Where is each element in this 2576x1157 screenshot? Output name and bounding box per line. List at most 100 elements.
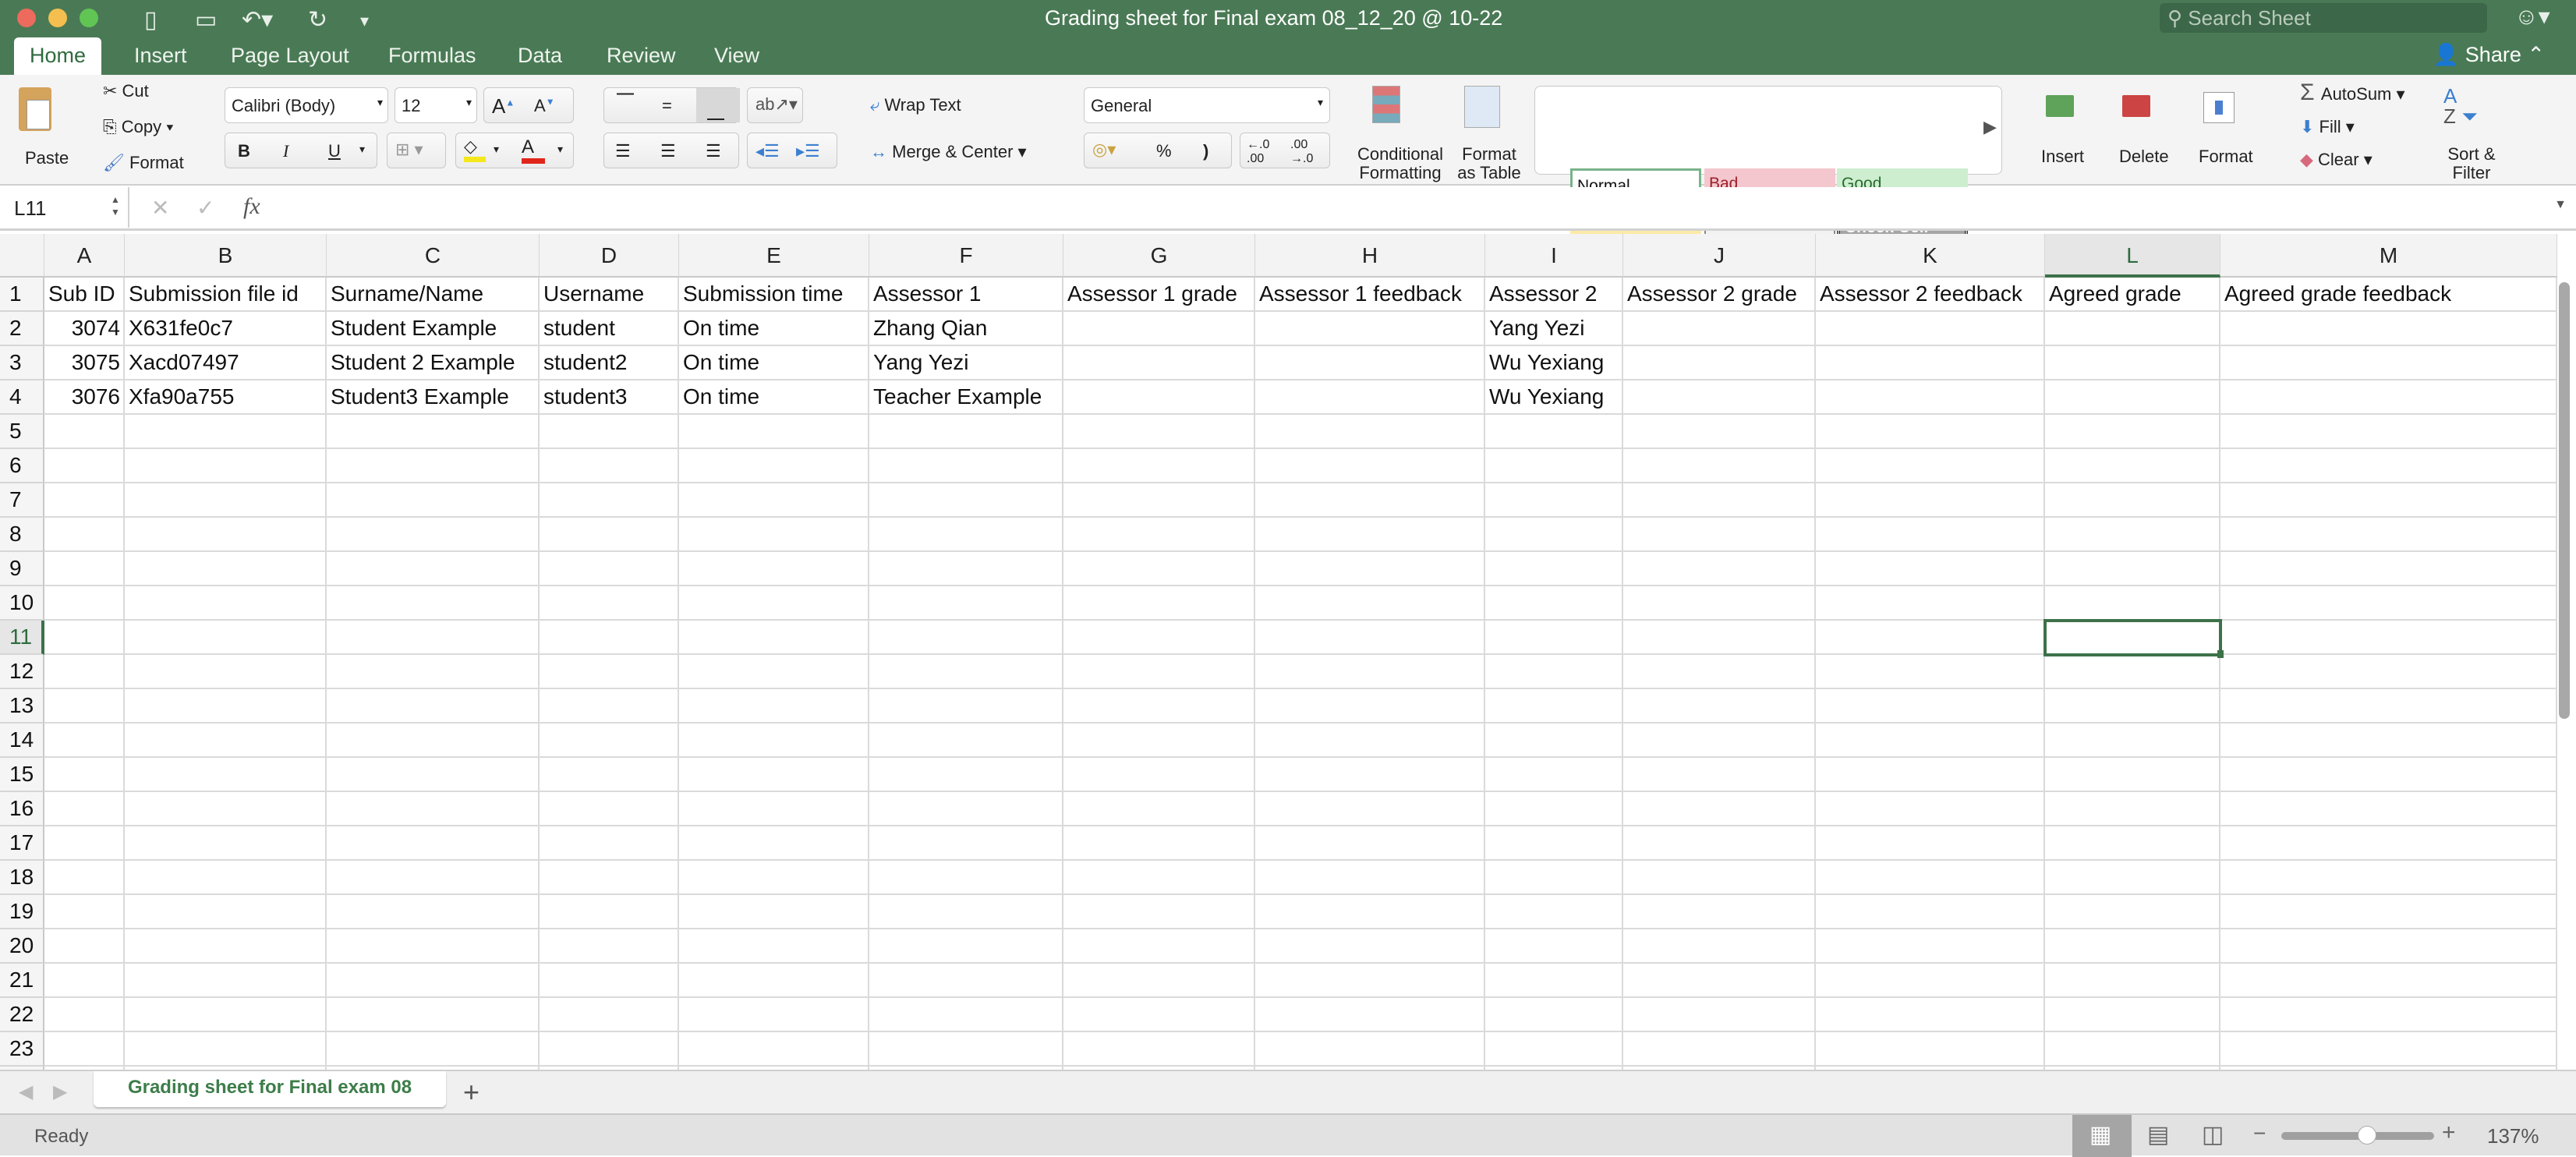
cell-B6[interactable] (125, 449, 327, 483)
cell-C15[interactable] (327, 758, 540, 792)
cell-A15[interactable] (44, 758, 125, 792)
cell-B4[interactable]: Xfa90a755 (125, 380, 327, 415)
cell-I8[interactable] (1485, 518, 1623, 552)
cell-E22[interactable] (679, 998, 869, 1032)
cell-B11[interactable] (125, 621, 327, 655)
cell-H23[interactable] (1255, 1032, 1485, 1067)
cell-G20[interactable] (1063, 929, 1255, 964)
cell-K13[interactable] (1816, 689, 2045, 724)
cell-L19[interactable] (2045, 895, 2220, 929)
cell-J20[interactable] (1623, 929, 1816, 964)
cell-K16[interactable] (1816, 792, 2045, 826)
cell-H13[interactable] (1255, 689, 1485, 724)
feedback-smiley-icon[interactable]: ☺▾ (2514, 3, 2550, 30)
cell-B22[interactable] (125, 998, 327, 1032)
cell-L12[interactable] (2045, 655, 2220, 689)
cell-A19[interactable] (44, 895, 125, 929)
row-header-2[interactable]: 2 (0, 312, 44, 346)
row-header-17[interactable]: 17 (0, 826, 44, 861)
cancel-edit-icon[interactable]: ✕ (151, 195, 169, 221)
cell-A5[interactable] (44, 415, 125, 449)
cell-I4[interactable]: Wu Yexiang (1485, 380, 1623, 415)
fill-button[interactable]: ⬇ Fill ▾ (2300, 117, 2355, 137)
cell-D5[interactable] (540, 415, 679, 449)
cell-J12[interactable] (1623, 655, 1816, 689)
redo-icon[interactable]: ↻ (308, 6, 327, 34)
cell-E12[interactable] (679, 655, 869, 689)
cell-L7[interactable] (2045, 483, 2220, 518)
align-middle-icon[interactable]: = (662, 96, 672, 116)
cell-J1[interactable]: Assessor 2 grade (1623, 278, 1816, 312)
tab-page-layout[interactable]: Page Layout (215, 37, 365, 75)
row-header-19[interactable]: 19 (0, 895, 44, 929)
cell-E5[interactable] (679, 415, 869, 449)
cell-A7[interactable] (44, 483, 125, 518)
sort-filter-button[interactable]: AZ ⏷ Sort & Filter (2433, 81, 2511, 182)
cell-C1[interactable]: Surname/Name (327, 278, 540, 312)
font-size-select[interactable]: 12 ▾ (395, 87, 477, 123)
cell-F1[interactable]: Assessor 1 (869, 278, 1063, 312)
cell-D23[interactable] (540, 1032, 679, 1067)
decrease-decimal-icon[interactable]: .00 →.0 (1290, 138, 1313, 166)
cell-G1[interactable]: Assessor 1 grade (1063, 278, 1255, 312)
cell-B21[interactable] (125, 964, 327, 998)
column-header-D[interactable]: D (540, 234, 679, 278)
cell-M15[interactable] (2220, 758, 2557, 792)
cell-F19[interactable] (869, 895, 1063, 929)
next-sheet-icon[interactable]: ▶ (53, 1081, 67, 1103)
cell-J19[interactable] (1623, 895, 1816, 929)
cell-I1[interactable]: Assessor 2 (1485, 278, 1623, 312)
cell-H8[interactable] (1255, 518, 1485, 552)
cell-M13[interactable] (2220, 689, 2557, 724)
cell-J4[interactable] (1623, 380, 1816, 415)
row-header-21[interactable]: 21 (0, 964, 44, 998)
insert-function-icon[interactable]: fx (243, 193, 260, 220)
cell-I19[interactable] (1485, 895, 1623, 929)
cell-E17[interactable] (679, 826, 869, 861)
column-header-L[interactable]: L (2045, 234, 2220, 278)
cell-M8[interactable] (2220, 518, 2557, 552)
tab-view[interactable]: View (699, 37, 775, 75)
cell-B15[interactable] (125, 758, 327, 792)
cell-B23[interactable] (125, 1032, 327, 1067)
cell-B3[interactable]: Xacd07497 (125, 346, 327, 380)
cell-H21[interactable] (1255, 964, 1485, 998)
cell-K5[interactable] (1816, 415, 2045, 449)
cell-C11[interactable] (327, 621, 540, 655)
cell-K11[interactable] (1816, 621, 2045, 655)
cell-M10[interactable] (2220, 586, 2557, 621)
row-header-7[interactable]: 7 (0, 483, 44, 518)
cell-L18[interactable] (2045, 861, 2220, 895)
insert-cells-button[interactable]: Insert (2032, 81, 2102, 181)
customize-toolbar-icon[interactable]: ▾ (360, 11, 369, 31)
cell-K1[interactable]: Assessor 2 feedback (1816, 278, 2045, 312)
cell-A12[interactable] (44, 655, 125, 689)
cell-J6[interactable] (1623, 449, 1816, 483)
row-header-13[interactable]: 13 (0, 689, 44, 724)
cell-I18[interactable] (1485, 861, 1623, 895)
cell-L23[interactable] (2045, 1032, 2220, 1067)
cell-H5[interactable] (1255, 415, 1485, 449)
column-header-C[interactable]: C (327, 234, 540, 278)
italic-button[interactable]: I (283, 141, 288, 161)
cell-M11[interactable] (2220, 621, 2557, 655)
cell-J2[interactable] (1623, 312, 1816, 346)
cell-E2[interactable]: On time (679, 312, 869, 346)
cell-C18[interactable] (327, 861, 540, 895)
cell-H7[interactable] (1255, 483, 1485, 518)
cell-D8[interactable] (540, 518, 679, 552)
cell-A2[interactable]: 3074 (44, 312, 125, 346)
cell-G14[interactable] (1063, 724, 1255, 758)
confirm-edit-icon[interactable]: ✓ (196, 195, 214, 221)
cell-I6[interactable] (1485, 449, 1623, 483)
zoom-window-button[interactable] (80, 9, 98, 27)
cell-L14[interactable] (2045, 724, 2220, 758)
row-header-10[interactable]: 10 (0, 586, 44, 621)
cell-D12[interactable] (540, 655, 679, 689)
cell-E18[interactable] (679, 861, 869, 895)
cell-C20[interactable] (327, 929, 540, 964)
cell-B9[interactable] (125, 552, 327, 586)
search-sheet-input[interactable]: ⚲ Search Sheet (2160, 3, 2487, 33)
cell-C10[interactable] (327, 586, 540, 621)
column-header-K[interactable]: K (1816, 234, 2045, 278)
